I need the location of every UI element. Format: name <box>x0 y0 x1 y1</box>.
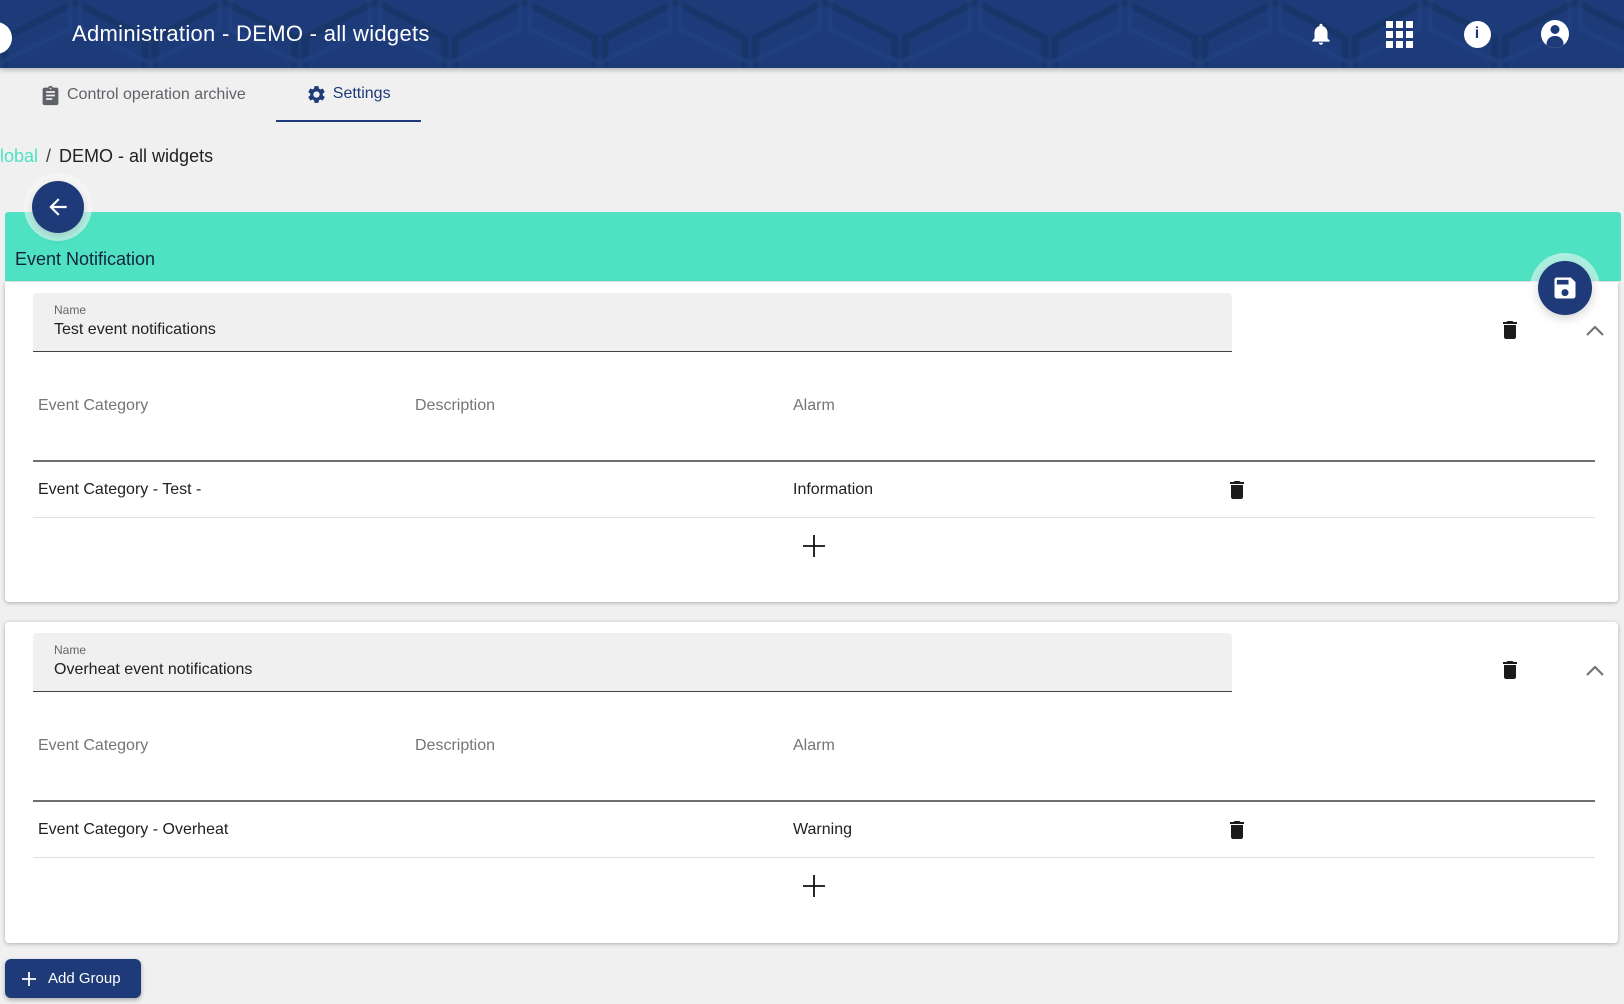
plus-icon <box>803 875 825 897</box>
column-header-alarm: Alarm <box>793 397 835 414</box>
column-header-event-category: Event Category <box>38 737 149 754</box>
tab-settings[interactable]: Settings <box>275 68 421 122</box>
section-title: Event Notification <box>15 249 156 269</box>
breadcrumb: lobal / DEMO - all widgets <box>0 143 213 169</box>
table-header-row: Event Category Description Alarm <box>33 692 1595 802</box>
group-name-field[interactable]: Name Overheat event notifications <box>33 633 1232 692</box>
group-name-field[interactable]: Name Test event notifications <box>33 293 1232 352</box>
notification-group-card: Name Test event notifications Event Cate… <box>5 282 1618 602</box>
header-actions: i <box>1307 0 1569 68</box>
delete-row-button[interactable] <box>1220 475 1254 505</box>
trash-icon <box>1230 820 1244 839</box>
plus-icon <box>803 535 825 557</box>
delete-group-button[interactable] <box>1493 315 1527 345</box>
collapse-group-button[interactable] <box>1579 658 1611 684</box>
back-button[interactable] <box>32 181 84 233</box>
name-field-label: Name <box>54 643 87 657</box>
column-header-description: Description <box>415 737 496 754</box>
trash-icon <box>1503 661 1517 679</box>
column-header-event-category: Event Category <box>38 397 149 414</box>
cell-alarm: Warning <box>793 820 852 838</box>
account-icon[interactable] <box>1541 20 1569 48</box>
add-row-button[interactable] <box>794 526 834 566</box>
gear-icon <box>308 85 325 103</box>
page-title: Administration - DEMO - all widgets <box>72 21 430 46</box>
tab-label: Control operation archive <box>67 86 246 103</box>
delete-group-button[interactable] <box>1493 655 1527 685</box>
collapse-group-button[interactable] <box>1579 318 1611 344</box>
event-category-table: Event Category Description Alarm Event C… <box>33 692 1595 914</box>
add-row-area <box>33 518 1595 574</box>
apps-grid-icon[interactable] <box>1385 20 1413 48</box>
delete-row-button[interactable] <box>1220 815 1254 845</box>
name-field-value: Overheat event notifications <box>54 661 253 678</box>
tab-label: Settings <box>332 85 391 102</box>
chevron-up-icon <box>1586 326 1604 336</box>
breadcrumb-root-link[interactable]: lobal <box>0 146 38 167</box>
arrow-left-icon <box>49 198 67 216</box>
cell-event-category: Event Category - Overheat <box>38 820 229 838</box>
notification-group-card: Name Overheat event notifications Event … <box>5 622 1618 943</box>
notifications-bell-icon[interactable] <box>1307 20 1335 48</box>
add-row-area <box>33 858 1595 914</box>
app-header: Administration - DEMO - all widgets i <box>0 0 1624 68</box>
breadcrumb-current: DEMO - all widgets <box>59 145 214 166</box>
breadcrumb-separator: / <box>46 145 52 166</box>
event-notification-banner: Event Notification <box>5 212 1621 281</box>
table-row: Event Category - Overheat Warning <box>33 802 1595 858</box>
trash-icon <box>1230 480 1244 499</box>
trash-icon <box>1503 321 1517 339</box>
add-group-label: Add Group <box>48 970 121 987</box>
cell-event-category: Event Category - Test - <box>38 480 202 498</box>
info-icon[interactable]: i <box>1463 20 1491 48</box>
clipboard-icon <box>42 85 59 105</box>
add-row-button[interactable] <box>794 866 834 906</box>
tab-control-operation-archive[interactable]: Control operation archive <box>28 68 258 122</box>
tab-bar: Control operation archive Settings <box>0 68 1624 122</box>
chevron-up-icon <box>1586 666 1604 676</box>
name-field-value: Test event notifications <box>54 321 216 338</box>
name-field-label: Name <box>54 303 87 317</box>
column-header-alarm: Alarm <box>793 737 835 754</box>
plus-icon <box>22 971 36 986</box>
save-icon <box>1554 277 1576 299</box>
event-category-table: Event Category Description Alarm Event C… <box>33 352 1595 574</box>
add-group-button[interactable]: Add Group <box>5 959 141 998</box>
cell-alarm: Information <box>793 480 874 498</box>
column-header-description: Description <box>415 397 496 414</box>
save-button[interactable] <box>1538 261 1592 315</box>
table-header-row: Event Category Description Alarm <box>33 352 1595 462</box>
table-row: Event Category - Test - Information <box>33 462 1595 518</box>
page: Administration - DEMO - all widgets i Co… <box>0 0 1624 1004</box>
